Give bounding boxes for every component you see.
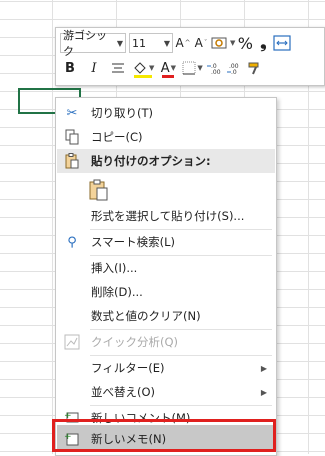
highlight-annotation-box — [52, 419, 276, 452]
submenu-arrow-icon: ▶ — [260, 363, 267, 373]
font-color-swatch — [162, 75, 175, 78]
comma-style-button[interactable]: ❟ — [255, 33, 271, 53]
paint-bucket-icon — [134, 62, 146, 74]
decrease-decimal-icon: .00 .0 — [226, 63, 239, 75]
svg-text:.00: .00 — [211, 69, 221, 75]
menu-item-paste-special[interactable]: 形式を選択して貼り付け(S)... — [57, 204, 275, 228]
context-menu: ✂ 切り取り(T) コピー(C) 貼り付けのオプション: 形式を選択して貼り付け… — [55, 97, 277, 456]
font-color-button[interactable]: A ▼ — [160, 58, 176, 78]
paste-icon — [87, 178, 111, 202]
menu-item-smart-lookup[interactable]: ⚲ スマート検索(L) — [57, 230, 275, 254]
quick-analysis-icon — [63, 333, 81, 351]
decrease-decimal-button[interactable]: .00 .0 — [226, 58, 245, 78]
merge-center-icon — [273, 35, 291, 51]
accounting-format-button[interactable]: ▼ — [211, 33, 235, 53]
align-center-icon — [112, 63, 124, 73]
decrease-font-size-button[interactable]: Aˇ — [193, 33, 209, 53]
font-name-combo[interactable]: 游ゴシック ▼ — [60, 29, 126, 58]
copy-icon — [63, 128, 81, 146]
increase-decimal-button[interactable]: .0 .00 — [206, 58, 225, 78]
borders-icon — [182, 61, 196, 75]
font-name-value: 游ゴシック — [63, 29, 107, 58]
submenu-arrow-icon: ▶ — [260, 387, 267, 397]
bold-button[interactable]: B — [62, 58, 78, 78]
italic-button[interactable]: I — [86, 58, 102, 78]
fill-color-swatch — [134, 75, 153, 78]
search-icon: ⚲ — [67, 234, 77, 250]
chevron-down-icon: ▼ — [116, 38, 123, 48]
menu-item-quick-analysis: クイック分析(Q) — [57, 330, 275, 354]
paste-option-button[interactable] — [57, 174, 275, 204]
increase-font-size-button[interactable]: A ^ — [175, 33, 191, 53]
menu-item-insert[interactable]: 挿入(I)... — [57, 256, 275, 280]
clipboard-icon — [63, 152, 81, 170]
font-size-value: 11 — [132, 36, 146, 50]
increase-decimal-icon: .0 .00 — [206, 63, 221, 75]
svg-text:.0: .0 — [231, 69, 237, 75]
font-size-combo[interactable]: 11 ▼ — [129, 33, 173, 53]
fill-color-button[interactable]: ▼ — [132, 58, 154, 78]
paste-options-header: 貼り付けのオプション: — [57, 149, 275, 173]
menu-item-copy[interactable]: コピー(C) — [57, 125, 275, 149]
mini-toolbar: 游ゴシック ▼ 11 ▼ A ^ Aˇ ▼ % ❟ B I ▼ A ▼ ▼ .0… — [55, 27, 325, 86]
borders-button[interactable]: ▼ — [182, 58, 203, 78]
menu-item-clear-contents[interactable]: 数式と値のクリア(N) — [57, 304, 275, 328]
accounting-format-icon — [211, 37, 227, 49]
align-center-button[interactable] — [110, 58, 126, 78]
menu-item-filter[interactable]: フィルター(E) ▶ — [57, 356, 275, 380]
merge-center-button[interactable] — [273, 33, 291, 53]
scissors-icon: ✂ — [66, 105, 78, 121]
percent-style-button[interactable]: % — [237, 33, 253, 53]
menu-item-cut[interactable]: ✂ 切り取り(T) — [57, 101, 275, 125]
format-painter-icon — [248, 62, 259, 75]
menu-item-delete[interactable]: 削除(D)... — [57, 280, 275, 304]
chevron-down-icon: ▼ — [163, 38, 170, 48]
menu-item-sort[interactable]: 並べ替え(O) ▶ — [57, 380, 275, 404]
format-painter-button[interactable] — [247, 58, 263, 78]
